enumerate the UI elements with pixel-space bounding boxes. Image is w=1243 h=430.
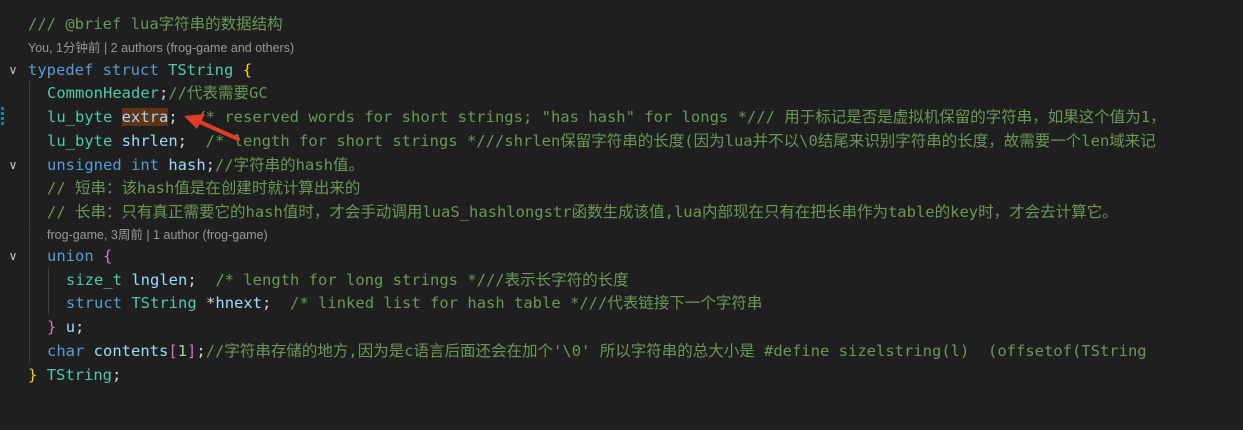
code-line-3[interactable]: CommonHeader;//代表需要GC — [0, 81, 1243, 105]
field-u: u — [65, 318, 76, 336]
chevron-down-icon[interactable]: ∨ — [5, 244, 21, 268]
macro-commonheader: CommonHeader — [47, 84, 159, 102]
brace-open: { — [103, 247, 113, 265]
type-size-t: size_t — [66, 271, 122, 289]
brace-close: } — [47, 318, 57, 336]
code-line-11[interactable]: struct TString *hnext; /* linked list fo… — [0, 291, 1243, 315]
code-line-13[interactable]: char contents[1];//字符串存储的地方,因为是c语言后面还会在加… — [0, 339, 1243, 363]
brace-open: { — [242, 61, 253, 79]
comment: // 长串：只有真正需要它的hash值时，才会手动调用luaS_hashlong… — [47, 203, 1118, 221]
comment: /* length for long strings *///表示长字符的长度 — [196, 271, 629, 289]
blame-codelens-top-text[interactable]: You, 1分钟前 | 2 authors (frog-game and oth… — [28, 38, 294, 58]
number-literal: 1 — [177, 342, 188, 360]
comment: /* reserved words for short strings; "ha… — [177, 108, 1166, 126]
type-lu-byte: lu_byte — [47, 132, 113, 150]
comment: // 短串：该hash值是在创建时就计算出来的 — [47, 179, 361, 197]
code-line-1[interactable]: /// @brief lua字符串的数据结构 — [0, 12, 1243, 36]
blame-codelens-mid[interactable]: frog-game, 3周前 | 1 author (frog-game) — [0, 225, 1243, 245]
field-extra-highlighted[interactable]: extra — [121, 108, 169, 126]
code-line-12[interactable]: } u; — [0, 315, 1243, 339]
field-contents: contents — [93, 342, 169, 360]
keyword-unsigned: unsigned — [47, 156, 122, 174]
chevron-down-icon[interactable]: ∨ — [5, 153, 21, 177]
type-tstring: TString — [46, 366, 113, 384]
field-shrlen: shrlen — [121, 132, 178, 150]
keyword-union: union — [47, 247, 94, 265]
red-arrow-icon — [184, 114, 240, 141]
code-line-7[interactable]: // 短串：该hash值是在创建时就计算出来的 — [0, 176, 1243, 200]
code-line-8[interactable]: // 长串：只有真正需要它的hash值时，才会手动调用luaS_hashlong… — [0, 200, 1243, 224]
comment: /* linked list for hash table *///代表链接下一… — [271, 294, 763, 312]
code-editor[interactable]: /// @brief lua字符串的数据结构 You, 1分钟前 | 2 aut… — [0, 0, 1243, 430]
code-line-6[interactable]: ∨ unsigned int hash;//字符串的hash值。 — [0, 153, 1243, 177]
blame-codelens-top[interactable]: You, 1分钟前 | 2 authors (frog-game and oth… — [0, 38, 1243, 58]
field-lnglen: lnglen — [131, 271, 188, 289]
keyword-struct: struct — [66, 294, 122, 312]
doc-comment: /// @brief lua字符串的数据结构 — [28, 15, 283, 33]
field-hnext: hnext — [215, 294, 263, 312]
keyword-char: char — [47, 342, 85, 360]
code-line-9[interactable]: ∨ union { — [0, 244, 1243, 268]
code-line-10[interactable]: size_t lnglen; /* length for long string… — [0, 268, 1243, 292]
chevron-down-icon[interactable]: ∨ — [5, 58, 21, 82]
comment: //字符串的hash值。 — [215, 156, 365, 174]
code-line-14[interactable]: } TString; — [0, 363, 1243, 387]
type-lu-byte: lu_byte — [47, 108, 113, 126]
field-hash: hash — [168, 156, 206, 174]
keyword-typedef: typedef — [28, 61, 94, 79]
keyword-struct: struct — [102, 61, 159, 79]
code-line-2[interactable]: ∨ typedef struct TString { — [0, 58, 1243, 82]
blame-codelens-mid-text[interactable]: frog-game, 3周前 | 1 author (frog-game) — [47, 225, 268, 245]
type-tstring: TString — [168, 61, 234, 79]
keyword-int: int — [131, 156, 159, 174]
comment: /* length for short strings *///shrlen保留… — [187, 132, 1156, 150]
type-tstring: TString — [131, 294, 197, 312]
modified-line-indicator — [1, 107, 4, 127]
brace-close: } — [28, 366, 38, 384]
comment: //代表需要GC — [168, 84, 268, 102]
comment: //字符串存储的地方,因为是c语言后面还会在加个'\0' 所以字符串的总大小是 … — [205, 342, 1147, 360]
